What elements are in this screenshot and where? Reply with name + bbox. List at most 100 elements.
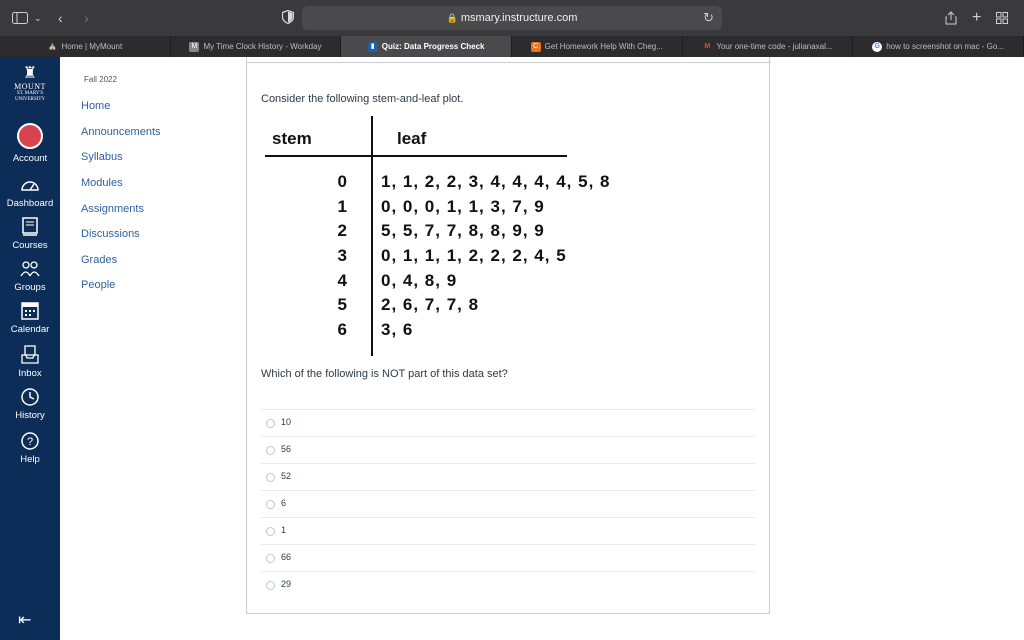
nav-calendar[interactable]: Calendar (0, 301, 60, 335)
stem-and-leaf-plot: stem leaf 0 1, 1, 2, 2, 3, 4, 4, 4, 4, 5… (247, 115, 771, 360)
dashboard-icon (21, 181, 39, 191)
tab-google[interactable]: Ghow to screenshot on mac - Go... (853, 36, 1024, 57)
calendar-icon (21, 302, 39, 320)
inbox-icon (21, 345, 39, 364)
tab-overview-icon[interactable] (996, 8, 1008, 28)
share-icon[interactable] (945, 8, 957, 28)
nav-label: Courses (12, 240, 48, 251)
mount-tower-icon: ⛪ (48, 42, 57, 50)
sidebar-menu-chevron-icon[interactable]: ⌄ (34, 8, 42, 28)
answer-option[interactable]: 6 (261, 490, 755, 517)
lock-icon: 🔒 (446, 13, 458, 23)
tab-label: Home | MyMount (61, 42, 123, 51)
tab-label: Get Homework Help With Cheg... (544, 42, 663, 51)
radio-button[interactable] (266, 446, 275, 455)
question-prompt: Consider the following stem-and-leaf plo… (261, 93, 464, 105)
address-bar[interactable]: 🔒 msmary.instructure.com ↻ (302, 6, 722, 30)
tower-icon: ♜ (22, 65, 38, 82)
stem-value: 5 (337, 295, 347, 314)
leaf-values: 0, 0, 0, 1, 1, 3, 7, 9 (381, 197, 545, 216)
divider (247, 62, 771, 63)
privacy-shield-icon[interactable] (282, 10, 294, 24)
answer-option[interactable]: 29 (261, 571, 755, 598)
course-nav-home[interactable]: Home (81, 100, 110, 112)
stem-value: 2 (337, 221, 347, 240)
course-nav-grades[interactable]: Grades (81, 254, 117, 266)
courses-icon (22, 217, 38, 236)
logo-line-3: UNIVERSITY (15, 97, 45, 102)
nav-label: History (15, 410, 45, 421)
radio-button[interactable] (266, 473, 275, 482)
leaf-values: 3, 6 (381, 320, 414, 339)
answer-option[interactable]: 52 (261, 463, 755, 490)
nav-label: Groups (14, 282, 46, 293)
groups-icon (20, 261, 40, 277)
answer-option[interactable]: 66 (261, 544, 755, 571)
google-icon: G (872, 41, 883, 52)
nav-label: Calendar (10, 324, 50, 335)
gmail-icon: M (704, 42, 711, 50)
stem-value: 1 (337, 197, 347, 216)
new-tab-icon[interactable]: + (972, 8, 981, 28)
sidebar-toggle-icon[interactable] (12, 8, 28, 28)
answer-option[interactable]: 1 (261, 517, 755, 544)
tab-label: Quiz: Data Progress Check (381, 42, 485, 51)
radio-button[interactable] (266, 419, 275, 428)
tab-label: Your one-time code - julianaxal... (716, 42, 833, 51)
answer-label: 56 (281, 444, 292, 454)
nav-history[interactable]: History (0, 387, 60, 421)
tab-bar: ⛪ Home | MyMount M My Time Clock History -… (0, 36, 1024, 57)
answer-option[interactable]: 10 (261, 409, 755, 436)
answer-option[interactable]: 56 (261, 436, 755, 463)
course-nav-assignments[interactable]: Assignments (81, 203, 144, 215)
nav-inbox[interactable]: Inbox (0, 345, 60, 379)
nav-help[interactable]: ? Help (0, 431, 60, 465)
leaf-values: 0, 1, 1, 1, 2, 2, 2, 4, 5 (381, 246, 567, 265)
nav-courses[interactable]: Courses (0, 215, 60, 257)
account-avatar-icon (17, 123, 43, 149)
url-text: msmary.instructure.com (460, 12, 578, 24)
stem-value: 3 (337, 246, 347, 265)
stem-value: 6 (337, 320, 347, 339)
course-nav-modules[interactable]: Modules (81, 177, 123, 189)
tab-quiz[interactable]: ▮ Quiz: Data Progress Check (341, 36, 512, 57)
tab-label: My Time Clock History - Workday (203, 42, 322, 51)
stem-header: stem (272, 129, 312, 148)
nav-account[interactable]: Account (0, 123, 60, 164)
browser-toolbar: ⌄ ‹ › 🔒 msmary.instructure.com ↻ + (0, 0, 1024, 36)
m-workday-icon: M (189, 41, 200, 52)
collapse-nav-icon[interactable]: ⇤ (18, 610, 31, 630)
radio-button[interactable] (266, 527, 275, 536)
forward-icon[interactable]: › (84, 8, 89, 28)
nav-label: Help (20, 454, 40, 465)
tab-gmail[interactable]: M Your one-time code - julianaxal... (683, 36, 854, 57)
reload-icon[interactable]: ↻ (703, 10, 714, 26)
back-icon[interactable]: ‹ (58, 8, 63, 28)
nav-groups[interactable]: Groups (0, 259, 60, 293)
canvas-quiz-icon: ▮ (367, 41, 378, 52)
leaf-values: 0, 4, 8, 9 (381, 271, 458, 290)
quiz-question-panel: Consider the following stem-and-leaf plo… (246, 57, 771, 614)
radio-button[interactable] (266, 554, 275, 563)
stem-value: 4 (337, 271, 347, 290)
tab-chegg[interactable]: C Get Homework Help With Cheg... (512, 36, 683, 57)
university-logo[interactable]: ♜ MOUNT ST. MARY'S UNIVERSITY (4, 65, 56, 117)
nav-dashboard[interactable]: Dashboard (0, 175, 60, 209)
chegg-icon: C (530, 41, 541, 52)
tab-workday[interactable]: M My Time Clock History - Workday (171, 36, 342, 57)
global-navigation: ♜ MOUNT ST. MARY'S UNIVERSITY Account Da… (0, 57, 60, 640)
radio-button[interactable] (266, 581, 275, 590)
leaf-values: 5, 5, 7, 7, 8, 8, 9, 9 (381, 221, 545, 240)
history-icon (21, 388, 39, 406)
answer-label: 1 (281, 525, 287, 535)
course-nav-syllabus[interactable]: Syllabus (81, 151, 123, 163)
plot-divider-line (371, 116, 373, 356)
course-nav-people[interactable]: People (81, 279, 115, 291)
tab-mymount[interactable]: ⛪ Home | MyMount (0, 36, 171, 57)
course-nav-discussions[interactable]: Discussions (81, 228, 140, 240)
radio-button[interactable] (266, 500, 275, 509)
answer-label: 52 (281, 471, 292, 481)
answer-label: 6 (281, 498, 287, 508)
course-nav-announcements[interactable]: Announcements (81, 126, 161, 138)
browser-window: ⌄ ‹ › 🔒 msmary.instructure.com ↻ + ⛪ Home … (0, 0, 1024, 640)
